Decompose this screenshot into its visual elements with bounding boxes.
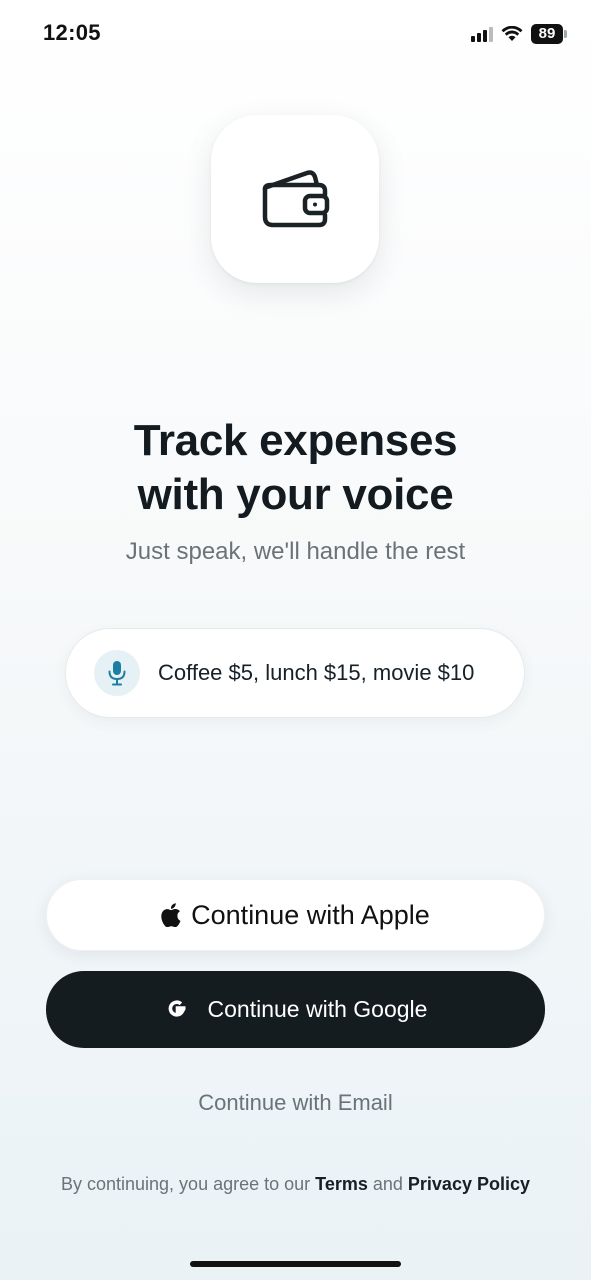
headline-line-2: with your voice bbox=[137, 470, 454, 519]
continue-with-apple-button[interactable]: Continue with Apple bbox=[46, 879, 545, 951]
battery-level: 89 bbox=[531, 24, 563, 44]
continue-with-google-button[interactable]: Continue with Google bbox=[46, 971, 545, 1048]
microphone-icon bbox=[108, 661, 126, 686]
privacy-policy-link[interactable]: Privacy Policy bbox=[408, 1174, 530, 1194]
voice-example-text: Coffee $5, lunch $15, movie $10 bbox=[158, 660, 475, 685]
status-time: 12:05 bbox=[43, 20, 101, 45]
terms-link[interactable]: Terms bbox=[315, 1174, 368, 1194]
headline: Track expenses with your voice bbox=[0, 414, 591, 522]
battery-icon: 89 bbox=[531, 24, 567, 44]
subtitle: Just speak, we'll handle the rest bbox=[125, 538, 466, 565]
home-indicator bbox=[190, 1261, 401, 1267]
voice-example-card: Coffee $5, lunch $15, movie $10 bbox=[65, 628, 525, 718]
status-icons: 89 bbox=[471, 24, 567, 44]
legal-notice: By continuing, you agree to our Terms an… bbox=[60, 1171, 531, 1197]
headline-line-1: Track expenses bbox=[133, 416, 458, 465]
mic-badge bbox=[94, 650, 140, 696]
app-logo bbox=[211, 115, 379, 283]
apple-icon bbox=[161, 903, 181, 927]
continue-with-email-link[interactable]: Continue with Email bbox=[0, 1090, 591, 1116]
wifi-icon bbox=[501, 26, 523, 41]
legal-and: and bbox=[367, 1174, 408, 1194]
wallet-icon bbox=[262, 170, 330, 228]
apple-button-label: Continue with Apple bbox=[191, 899, 430, 930]
google-button-label: Continue with Google bbox=[207, 996, 428, 1022]
status-bar: 12:05 89 bbox=[0, 0, 591, 70]
legal-prefix: By continuing, you agree to our bbox=[60, 1174, 316, 1194]
cellular-signal-icon bbox=[471, 26, 493, 42]
google-icon bbox=[168, 999, 186, 1017]
